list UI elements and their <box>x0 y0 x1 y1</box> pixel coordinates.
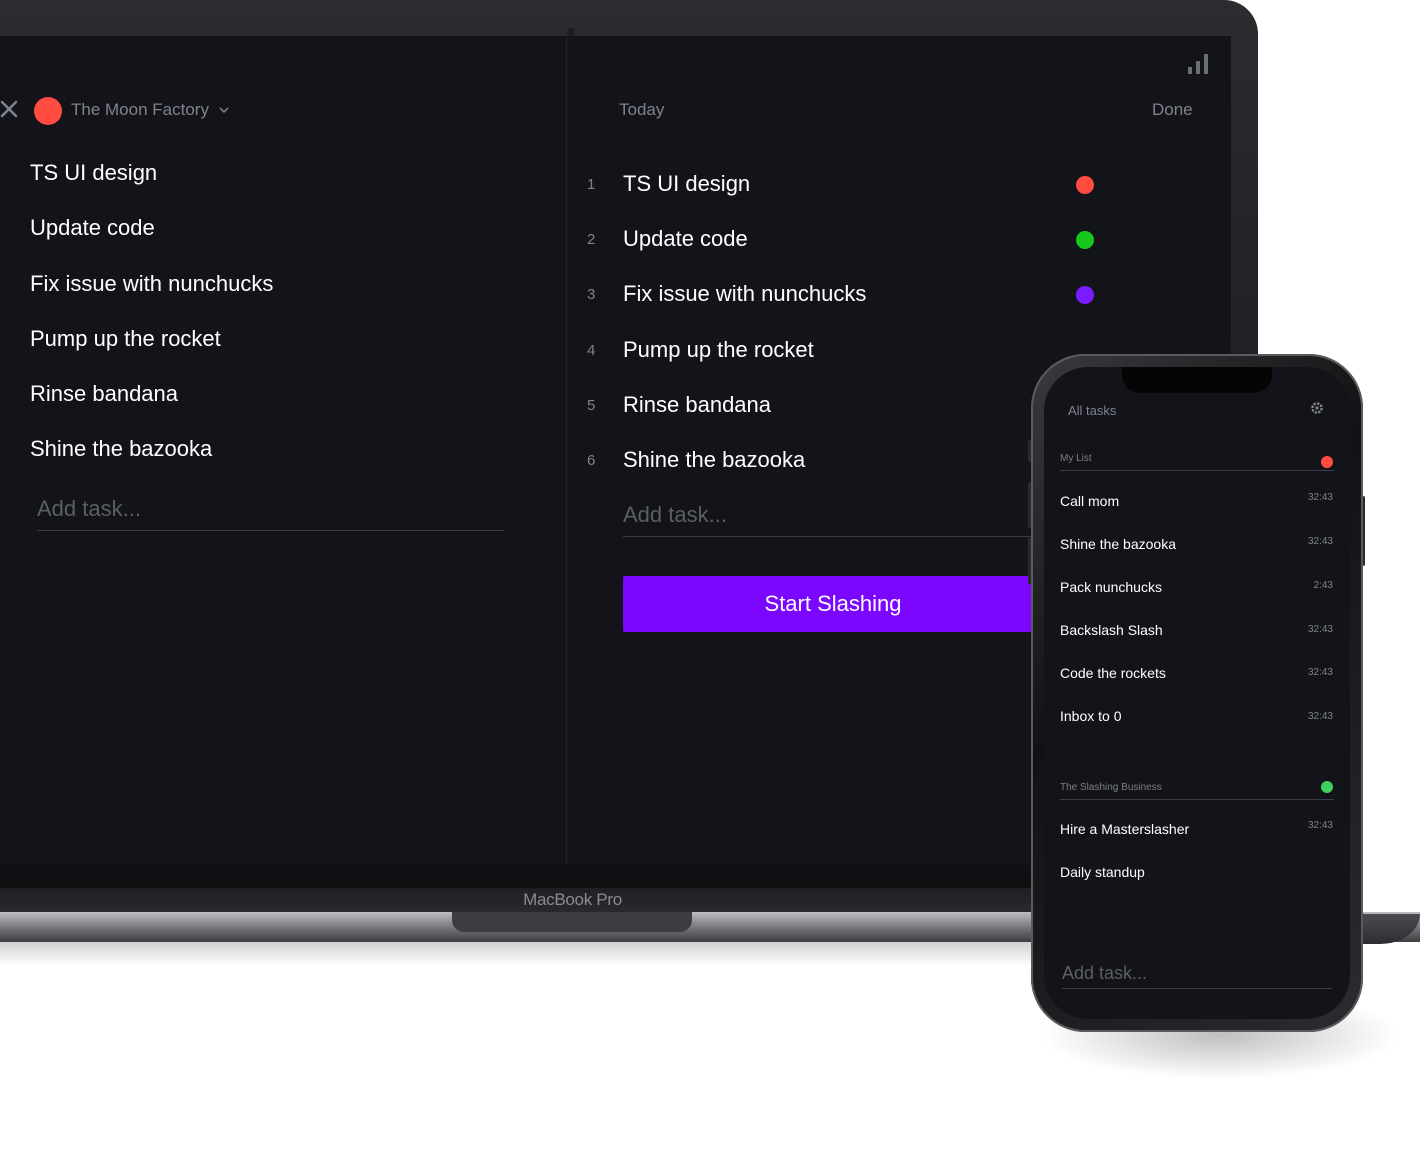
list-item[interactable]: Pump up the rocket <box>623 337 814 363</box>
list-item[interactable]: Inbox to 0 <box>1060 708 1122 724</box>
laptop-brand-label: MacBook Pro <box>523 890 622 909</box>
list-item[interactable]: Update code <box>623 226 748 252</box>
task-time: 32:43 <box>1307 820 1333 831</box>
list-item[interactable]: Daily standup <box>1060 864 1145 880</box>
task-number: 4 <box>587 342 596 359</box>
task-number: 6 <box>587 452 596 469</box>
list-item[interactable]: Rinse bandana <box>30 381 178 407</box>
task-time: 2:43 <box>1313 580 1333 591</box>
section-color-dot <box>1321 456 1333 468</box>
add-task-input[interactable]: Add task... <box>1062 963 1332 989</box>
today-header: Today <box>619 100 665 119</box>
close-icon[interactable] <box>0 100 18 118</box>
section-header-slashing-business: The Slashing Business <box>1060 782 1334 800</box>
list-item[interactable]: Update code <box>30 215 155 241</box>
add-task-input[interactable]: Add task... <box>623 502 1043 537</box>
list-item[interactable]: Fix issue with nunchucks <box>30 271 273 297</box>
laptop-notch <box>452 912 692 932</box>
task-time: 32:43 <box>1307 667 1333 678</box>
task-number: 1 <box>587 176 596 193</box>
list-item[interactable]: Rinse bandana <box>623 392 771 418</box>
list-item[interactable]: Shine the bazooka <box>1060 536 1176 552</box>
section-header-my-list: My List <box>1060 453 1334 471</box>
chevron-down-icon[interactable] <box>219 106 229 114</box>
project-selector[interactable]: The Moon Factory <box>71 100 209 120</box>
status-dot <box>1076 176 1094 194</box>
list-item[interactable]: Shine the bazooka <box>623 447 805 473</box>
done-button[interactable]: Done <box>1152 100 1193 120</box>
task-time: 32:43 <box>1307 624 1333 635</box>
status-dot <box>1076 231 1094 249</box>
list-item[interactable]: Hire a Masterslasher <box>1060 821 1189 837</box>
phone-screen: All tasks My List Call mom 32:43 Shine t… <box>1044 367 1350 1019</box>
task-number: 3 <box>587 286 596 303</box>
task-time: 32:43 <box>1307 536 1333 547</box>
task-number: 5 <box>587 397 596 414</box>
laptop-camera <box>567 28 575 36</box>
task-time: 32:43 <box>1307 711 1333 722</box>
phone-notch <box>1122 367 1272 393</box>
start-slashing-button[interactable]: Start Slashing <box>623 576 1043 632</box>
list-item[interactable]: Pump up the rocket <box>30 326 221 352</box>
list-item[interactable]: Shine the bazooka <box>30 436 212 462</box>
project-color-dot <box>34 97 62 125</box>
list-item[interactable]: Fix issue with nunchucks <box>623 281 866 307</box>
list-item[interactable]: Backslash Slash <box>1060 622 1163 638</box>
list-item[interactable]: Pack nunchucks <box>1060 579 1162 595</box>
list-item[interactable]: TS UI design <box>623 171 750 197</box>
list-item[interactable]: TS UI design <box>30 160 157 186</box>
task-time: 32:43 <box>1307 492 1333 503</box>
section-color-dot <box>1321 781 1333 793</box>
add-task-input[interactable]: Add task... <box>37 496 504 531</box>
page-title: All tasks <box>1068 403 1117 418</box>
list-item[interactable]: Code the rockets <box>1060 665 1166 681</box>
status-dot <box>1076 286 1094 304</box>
pane-divider <box>566 36 567 864</box>
task-number: 2 <box>587 231 596 248</box>
stats-icon[interactable] <box>1188 54 1208 74</box>
list-item[interactable]: Call mom <box>1060 493 1119 509</box>
gear-icon[interactable] <box>1310 401 1324 415</box>
